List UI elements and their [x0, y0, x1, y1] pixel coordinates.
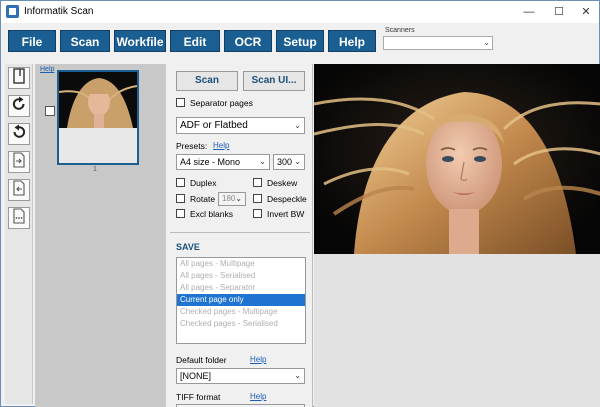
save-option-current-page[interactable]: Current page only [177, 294, 305, 306]
excl-blanks-label: Excl blanks [190, 209, 233, 219]
control-panel: Scan Scan UI... Separator pages ADF or F… [165, 64, 313, 407]
menu-scan[interactable]: Scan [60, 30, 110, 52]
scan-button[interactable]: Scan [176, 71, 238, 91]
portrait-photo [314, 64, 600, 254]
save-option-all-serialised[interactable]: All pages - Serialised [177, 270, 305, 282]
window-title: Informatik Scan [24, 6, 94, 17]
chevron-down-icon: ⌄ [235, 194, 242, 203]
thumbnail-photo [59, 72, 137, 128]
rotate-left-icon[interactable] [8, 123, 30, 145]
preset-value: A4 size - Mono [180, 157, 241, 167]
tiff-format-help-link[interactable]: Help [250, 392, 266, 401]
tiff-format-label: TIFF format [176, 392, 221, 402]
default-folder-label: Default folder [176, 355, 227, 365]
scanners-label: Scanners [385, 27, 415, 34]
save-option-all-separator[interactable]: All pages - Separator [177, 282, 305, 294]
menu-edit[interactable]: Edit [170, 30, 220, 52]
rotate-label: Rotate [190, 194, 216, 204]
save-option-all-multipage[interactable]: All pages - Multipage [177, 258, 305, 270]
rotate-checkbox[interactable] [176, 194, 185, 203]
dpi-value: 300 [277, 157, 293, 167]
menu-workfile[interactable]: Workfile [114, 30, 166, 52]
more-icon[interactable] [8, 207, 30, 229]
chevron-down-icon: ⌄ [259, 157, 266, 166]
invert-bw-label: Invert BW [267, 209, 305, 219]
default-folder-help-link[interactable]: Help [250, 355, 266, 364]
save-mode-list[interactable]: All pages - Multipage All pages - Serial… [176, 257, 306, 344]
menu-setup[interactable]: Setup [276, 30, 324, 52]
scanners-dropdown[interactable]: ⌄ [383, 36, 493, 50]
source-value: ADF or Flatbed [180, 120, 248, 131]
rotate-angle-dropdown[interactable]: 180 ⌄ [218, 192, 246, 206]
minimize-button[interactable]: — [514, 1, 544, 23]
despeckle-checkbox[interactable] [253, 194, 262, 203]
menu-file[interactable]: File [8, 30, 56, 52]
dpi-dropdown[interactable]: 300 ⌄ [273, 154, 305, 170]
rotate-right-icon[interactable] [8, 95, 30, 117]
new-page-icon[interactable] [8, 67, 30, 89]
chevron-down-icon: ⌄ [483, 38, 490, 47]
folder-value: [NONE] [180, 371, 212, 381]
close-button[interactable]: ✕ [571, 1, 600, 23]
page-checkbox[interactable] [45, 106, 55, 116]
import-page-icon[interactable] [8, 179, 30, 201]
page-number: 1 [93, 166, 97, 173]
left-toolbar [5, 64, 33, 404]
scan-ui-button[interactable]: Scan UI... [243, 71, 305, 91]
separator-pages-label: Separator pages [190, 98, 253, 108]
app-window: Informatik Scan — ☐ ✕ File Scan Workfile… [0, 0, 600, 407]
thumbnail-pane: Help 1 [35, 64, 165, 407]
chevron-down-icon: ⌄ [294, 371, 301, 380]
rotate-angle-value: 180 [222, 194, 236, 203]
despeckle-label: Despeckle [267, 194, 307, 204]
menu-bar: File Scan Workfile Edit OCR Setup Help S… [1, 23, 599, 59]
invert-bw-checkbox[interactable] [253, 209, 262, 218]
duplex-checkbox[interactable] [176, 178, 185, 187]
save-option-checked-multipage[interactable]: Checked pages - Multipage [177, 306, 305, 318]
app-logo-icon [6, 5, 19, 18]
excl-blanks-checkbox[interactable] [176, 209, 185, 218]
separator-pages-checkbox[interactable] [176, 98, 185, 107]
folder-dropdown[interactable]: [NONE] ⌄ [176, 368, 305, 384]
panel-divider [170, 232, 310, 233]
save-section-title: SAVE [176, 242, 200, 252]
save-option-checked-serialised[interactable]: Checked pages - Serialised [177, 318, 305, 330]
deskew-checkbox[interactable] [253, 178, 262, 187]
menu-ocr[interactable]: OCR [224, 30, 272, 52]
preview-pane [314, 64, 600, 407]
maximize-button[interactable]: ☐ [544, 1, 574, 23]
source-dropdown[interactable]: ADF or Flatbed ⌄ [176, 117, 305, 134]
title-bar: Informatik Scan — ☐ ✕ [1, 1, 599, 23]
deskew-label: Deskew [267, 178, 298, 188]
presets-label: Presets: [176, 141, 208, 151]
preset-dropdown[interactable]: A4 size - Mono ⌄ [176, 154, 270, 170]
scanned-image[interactable] [314, 64, 600, 254]
export-page-icon[interactable] [8, 151, 30, 173]
chevron-down-icon: ⌄ [294, 121, 301, 130]
duplex-label: Duplex [190, 178, 217, 188]
presets-help-link[interactable]: Help [213, 141, 229, 150]
thumbnail-help-link[interactable]: Help [40, 66, 54, 73]
chevron-down-icon: ⌄ [294, 157, 301, 166]
menu-help[interactable]: Help [328, 30, 376, 52]
page-thumbnail[interactable] [57, 70, 139, 165]
